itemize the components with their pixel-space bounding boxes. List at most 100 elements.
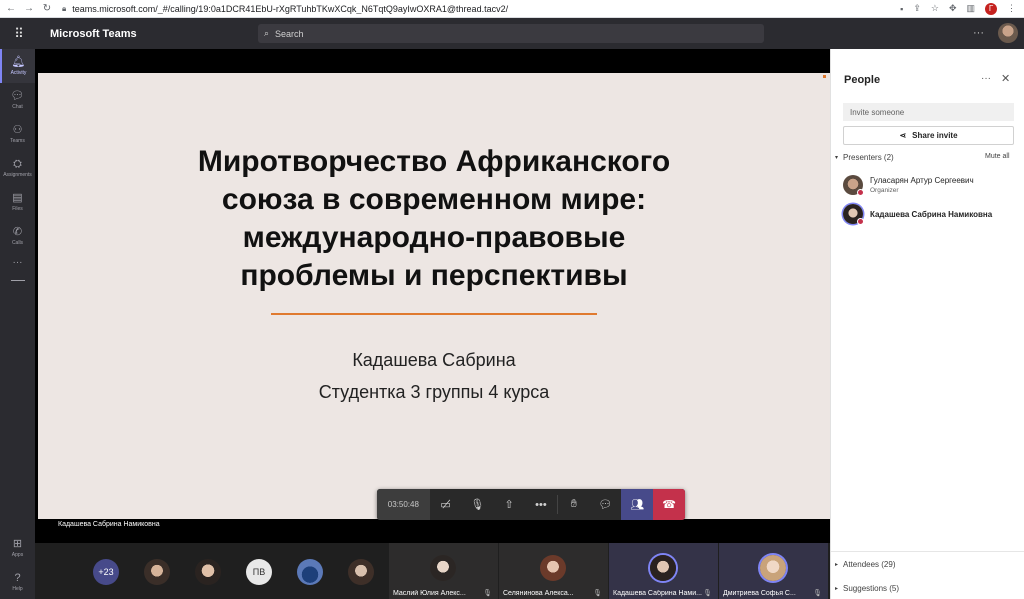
- close-icon[interactable]: ✕: [1001, 72, 1010, 85]
- file-icon: ▤: [12, 191, 23, 204]
- avatar[interactable]: [998, 23, 1018, 43]
- more-options-icon[interactable]: ···: [973, 27, 984, 39]
- mic-muted-icon: 🎙︎: [593, 590, 602, 597]
- avatar: [843, 204, 864, 225]
- teams-icon: ⚇: [12, 123, 23, 136]
- mic-muted-icon: 🎙︎: [813, 590, 822, 597]
- reload-icon[interactable]: ↻: [40, 3, 54, 14]
- more-options-icon[interactable]: ···: [981, 73, 991, 84]
- participant-row[interactable]: Гуласарян Артур Сергеевич Organizer: [843, 175, 974, 196]
- participant-tile[interactable]: Дмитриева Софья С... 🎙︎: [719, 543, 828, 599]
- rail-item-activity[interactable]: 🔔︎ Activity: [0, 49, 35, 83]
- microphone-icon[interactable]: 🎙︎: [461, 489, 493, 520]
- participant-role: Organizer: [870, 187, 899, 194]
- people-panel: People ··· ✕ ⋖ Share invite ▾ Presenters…: [830, 49, 1024, 599]
- rail-item-apps[interactable]: ⊞ Apps: [0, 531, 35, 565]
- avatar: [430, 555, 456, 581]
- rail-item-chat[interactable]: 💬︎ Chat: [0, 83, 35, 117]
- participants-icon[interactable]: 👥︎: [621, 489, 654, 520]
- chat-icon: 💬︎: [10, 89, 25, 102]
- slide-divider: [271, 313, 597, 315]
- attendees-section-toggle[interactable]: ▸ Attendees (29): [835, 560, 896, 569]
- rail-item-teams[interactable]: ⚇ Teams: [0, 117, 35, 151]
- profile-avatar[interactable]: Г: [985, 2, 997, 15]
- attendees-label: Attendees (29): [843, 560, 896, 569]
- address-bar[interactable]: 🔒︎ teams.microsoft.com/_#/calling/19:0a1…: [62, 4, 900, 14]
- share-icon[interactable]: ⇪: [913, 3, 921, 14]
- slide-title-line: Миротворчество Африканского: [197, 145, 671, 178]
- rail-item-assignments[interactable]: ⛭ Assignments: [0, 151, 35, 185]
- slide-title-line: союза в современном мире:: [221, 183, 647, 216]
- rail-item-label: Files: [12, 205, 23, 212]
- presenting-badge: [857, 218, 864, 225]
- share-screen-icon[interactable]: ⇧: [493, 489, 525, 520]
- meeting-stage: Миротворчество Африканского союза в совр…: [35, 49, 830, 543]
- presenters-section-toggle[interactable]: ▾ Presenters (2): [835, 153, 894, 162]
- slide-title-line: проблемы и перспективы: [240, 259, 628, 292]
- suggestions-label: Suggestions (5): [843, 584, 900, 593]
- camera-blocked-icon[interactable]: ▪: [900, 4, 903, 14]
- rail-item-label: Calls: [11, 239, 24, 246]
- rail-item-label: Chat: [12, 103, 23, 110]
- participant-name: Дмитриева Софья С...: [723, 590, 796, 597]
- avatar[interactable]: [195, 559, 221, 585]
- slide-marker: [823, 75, 826, 78]
- share-invite-button[interactable]: ⋖ Share invite: [843, 126, 1014, 145]
- back-icon[interactable]: ←: [4, 3, 18, 14]
- rail-item-label: Teams: [10, 137, 25, 144]
- suggestions-section-toggle[interactable]: ▸ Suggestions (5): [835, 584, 899, 593]
- participant-tile[interactable]: Селянинова Алекса... 🎙︎: [499, 543, 608, 599]
- presenters-label: Presenters (2): [843, 153, 894, 162]
- search-icon: ⌕: [264, 28, 270, 38]
- participant-row[interactable]: Кадашева Сабрина Намиковна: [843, 204, 992, 225]
- avatar[interactable]: [348, 559, 374, 585]
- hang-up-icon[interactable]: ☎: [653, 489, 686, 520]
- sidebar-icon[interactable]: ▥: [966, 3, 975, 14]
- avatar[interactable]: [144, 559, 170, 585]
- meeting-chat-icon[interactable]: 💬︎: [590, 489, 622, 520]
- help-icon: ?: [14, 571, 21, 584]
- avatar: [760, 555, 786, 581]
- initials-avatar[interactable]: ПВ: [246, 559, 272, 585]
- lock-icon: 🔒︎: [62, 3, 67, 13]
- chevron-down-icon: ▾: [835, 155, 839, 161]
- more-participants-badge[interactable]: +23: [93, 559, 119, 585]
- more-actions-icon[interactable]: •••: [525, 489, 557, 520]
- bookmark-star-icon[interactable]: ☆: [931, 3, 939, 14]
- slide-title: Миротворчество Африканского союза в совр…: [78, 143, 790, 295]
- call-timer: 03:50:48: [377, 489, 430, 520]
- camera-off-icon[interactable]: ▭̸: [430, 489, 462, 520]
- participant-name: Маслий Юлия Алекс...: [393, 590, 466, 597]
- rail-item-help[interactable]: ? Help: [0, 565, 35, 599]
- invite-input[interactable]: [843, 103, 1014, 121]
- avatar[interactable]: [297, 559, 323, 585]
- mic-muted-icon: 🎙︎: [703, 590, 712, 597]
- url-text: teams.microsoft.com/_#/calling/19:0a1DCR…: [72, 3, 509, 14]
- rail-item-label: Assignments: [3, 171, 32, 178]
- raise-hand-icon[interactable]: ✋︎: [558, 489, 590, 520]
- browser-menu-icon[interactable]: ⋮: [1007, 3, 1016, 14]
- avatar: [650, 555, 676, 581]
- rail-item-files[interactable]: ▤ Files: [0, 185, 35, 219]
- forward-icon[interactable]: →: [22, 3, 36, 14]
- app-launcher-icon[interactable]: ⠿: [0, 26, 38, 42]
- rail-item-calls[interactable]: ✆ Calls: [0, 219, 35, 253]
- call-controls: 03:50:48 ▭̸ 🎙︎ ⇧ ••• ✋︎ 💬︎ 👥︎ ☎: [377, 489, 686, 520]
- rail-divider: [10, 280, 25, 281]
- participant-tile[interactable]: Кадашева Сабрина Нами... 🎙︎: [609, 543, 718, 599]
- slide-author: Кадашева Сабрина: [352, 350, 516, 370]
- slide-title-line: международно-правовые: [242, 221, 626, 254]
- share-invite-label: Share invite: [912, 131, 958, 140]
- browser-toolbar: ← → ↻ 🔒︎ teams.microsoft.com/_#/calling/…: [0, 0, 1024, 18]
- mute-all-button[interactable]: Mute all: [985, 153, 1010, 160]
- participant-tile[interactable]: Маслий Юлия Алекс... 🎙︎: [389, 543, 498, 599]
- extensions-icon[interactable]: ✥: [949, 3, 957, 14]
- search-input[interactable]: ⌕ Search: [258, 24, 764, 43]
- shared-slide: Миротворчество Африканского союза в совр…: [38, 73, 830, 519]
- participant-gallery: +23 ПВ Маслий Юлия Алекс... 🎙︎ Селянинов…: [35, 543, 830, 599]
- share-icon: ⋖: [899, 131, 907, 140]
- avatar: [843, 175, 864, 196]
- chevron-right-icon: ▸: [835, 586, 839, 592]
- presenter-label: Кадашева Сабрина Намиковна: [58, 521, 160, 528]
- more-apps-icon[interactable]: ···: [0, 257, 35, 268]
